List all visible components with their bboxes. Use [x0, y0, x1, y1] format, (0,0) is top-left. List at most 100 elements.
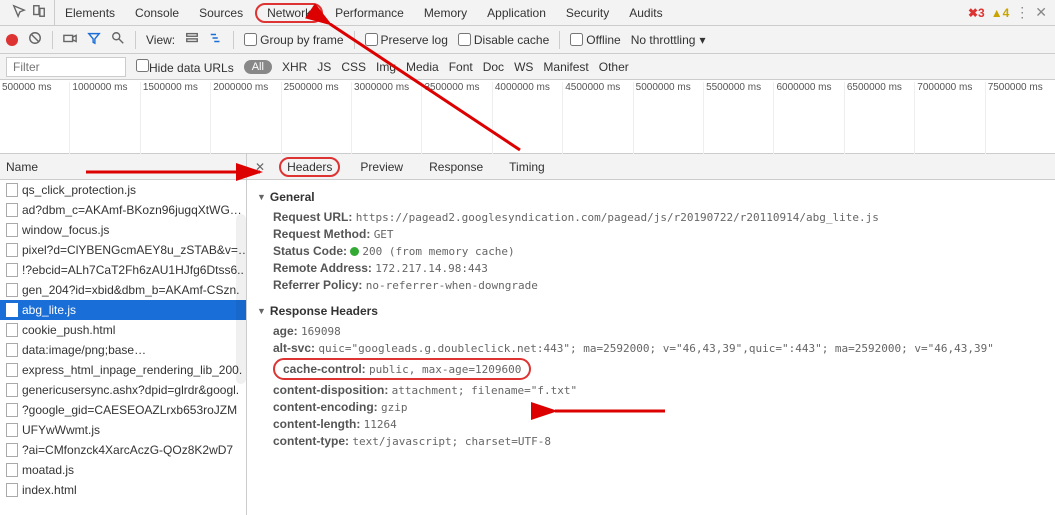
warning-badge[interactable]: ▲4	[991, 6, 1010, 20]
device-toggle-icon[interactable]	[32, 4, 46, 21]
request-name: qs_click_protection.js	[22, 183, 136, 197]
request-name: window_focus.js	[22, 223, 109, 237]
clear-icon[interactable]	[28, 31, 42, 48]
close-icon[interactable]: ✕	[1035, 4, 1047, 21]
filter-type-css[interactable]: CSS	[341, 60, 366, 74]
request-name: ?google_gid=CAESEOAZLrxb653roJZM	[22, 403, 237, 417]
offline-checkbox[interactable]: Offline	[570, 33, 620, 47]
request-list-pane: Name qs_click_protection.js ad?dbm_c=AKAm…	[0, 154, 247, 515]
filter-type-font[interactable]: Font	[449, 60, 473, 74]
request-name: pixel?d=ClYBENGcmAEY8u_zSTAB&v=…	[22, 243, 246, 257]
timeline-tick: 2500000 ms	[281, 82, 351, 154]
throttling-select[interactable]: No throttling▾	[631, 33, 706, 47]
detail-tab-headers[interactable]: Headers	[279, 157, 340, 177]
tab-audits[interactable]: Audits	[619, 0, 672, 25]
detail-tab-preview[interactable]: Preview	[354, 157, 409, 177]
request-row[interactable]: window_focus.js	[0, 220, 246, 240]
request-row[interactable]: gen_204?id=xbid&dbm_b=AKAmf-CSzn.	[0, 280, 246, 300]
large-rows-icon[interactable]	[185, 31, 199, 48]
close-details-icon[interactable]: ✕	[255, 160, 265, 174]
filter-type-other[interactable]: Other	[599, 60, 629, 74]
request-row[interactable]: abg_lite.js	[0, 300, 246, 320]
file-icon	[6, 443, 18, 457]
request-row[interactable]: cookie_push.html	[0, 320, 246, 340]
filter-type-manifest[interactable]: Manifest	[543, 60, 588, 74]
request-row[interactable]: UFYwWwmt.js	[0, 420, 246, 440]
request-name: cookie_push.html	[22, 323, 115, 337]
response-headers-section[interactable]: Response Headers	[257, 304, 1045, 318]
filter-type-xhr[interactable]: XHR	[282, 60, 307, 74]
detail-tab-response[interactable]: Response	[423, 157, 489, 177]
waterfall-icon[interactable]	[209, 31, 223, 48]
more-icon[interactable]: ⋮	[1015, 4, 1029, 21]
scrollbar[interactable]	[236, 214, 246, 384]
search-icon[interactable]	[111, 31, 125, 48]
error-badge[interactable]: ✖3	[968, 6, 985, 20]
name-column-header[interactable]: Name	[0, 154, 246, 180]
general-section[interactable]: General	[257, 190, 1045, 204]
tab-performance[interactable]: Performance	[325, 0, 414, 25]
status-code-row: Status Code: 200 (from memory cache)	[273, 244, 1045, 258]
timeline-tick: 7000000 ms	[914, 82, 984, 154]
timeline-tick: 2000000 ms	[210, 82, 280, 154]
request-row[interactable]: moatad.js	[0, 460, 246, 480]
timeline-tick: 7500000 ms	[985, 82, 1055, 154]
request-row[interactable]: index.html	[0, 480, 246, 500]
record-button[interactable]	[6, 34, 18, 46]
header-row: cache-control: public, max-age=1209600	[273, 358, 1045, 380]
request-row[interactable]: ?google_gid=CAESEOAZLrxb653roJZM	[0, 400, 246, 420]
filter-type-media[interactable]: Media	[406, 60, 439, 74]
file-icon	[6, 223, 18, 237]
filter-type-js[interactable]: JS	[317, 60, 331, 74]
request-row[interactable]: pixel?d=ClYBENGcmAEY8u_zSTAB&v=…	[0, 240, 246, 260]
file-icon	[6, 203, 18, 217]
tab-sources[interactable]: Sources	[189, 0, 253, 25]
status-dot-icon	[350, 247, 359, 256]
hide-data-urls-checkbox[interactable]: Hide data URLs	[136, 59, 234, 75]
request-row[interactable]: ?ai=CMfonzck4XarcAczG-QOz8K2wD7	[0, 440, 246, 460]
tab-console[interactable]: Console	[125, 0, 189, 25]
filter-type-ws[interactable]: WS	[514, 60, 533, 74]
request-row[interactable]: data:image/png;base…	[0, 340, 246, 360]
request-row[interactable]: express_html_inpage_rendering_lib_200.	[0, 360, 246, 380]
camera-icon[interactable]	[63, 31, 77, 48]
preserve-log-checkbox[interactable]: Preserve log	[365, 33, 448, 47]
network-toolbar: View: Group by frame Preserve log Disabl…	[0, 26, 1055, 54]
timeline-overview[interactable]: 500000 ms1000000 ms1500000 ms2000000 ms2…	[0, 80, 1055, 154]
filter-type-img[interactable]: Img	[376, 60, 396, 74]
tab-application[interactable]: Application	[477, 0, 556, 25]
detail-tab-timing[interactable]: Timing	[503, 157, 551, 177]
tab-security[interactable]: Security	[556, 0, 619, 25]
file-icon	[6, 303, 18, 317]
file-icon	[6, 483, 18, 497]
request-row[interactable]: qs_click_protection.js	[0, 180, 246, 200]
disable-cache-checkbox[interactable]: Disable cache	[458, 33, 549, 47]
filter-icon[interactable]	[87, 31, 101, 48]
file-icon	[6, 183, 18, 197]
request-name: index.html	[22, 483, 77, 497]
file-icon	[6, 403, 18, 417]
file-icon	[6, 323, 18, 337]
group-by-frame-checkbox[interactable]: Group by frame	[244, 33, 343, 47]
request-row[interactable]: !?ebcid=ALh7CaT2Fh6zAU1HJfg6Dtss6..	[0, 260, 246, 280]
timeline-tick: 5000000 ms	[633, 82, 703, 154]
request-name: !?ebcid=ALh7CaT2Fh6zAU1HJfg6Dtss6..	[22, 263, 244, 277]
timeline-tick: 1000000 ms	[69, 82, 139, 154]
file-icon	[6, 243, 18, 257]
view-label: View:	[146, 33, 175, 47]
header-row: content-disposition: attachment; filenam…	[273, 383, 1045, 397]
timeline-tick: 1500000 ms	[140, 82, 210, 154]
filter-type-all[interactable]: All	[244, 60, 272, 74]
request-name: express_html_inpage_rendering_lib_200.	[22, 363, 242, 377]
timeline-tick: 6500000 ms	[844, 82, 914, 154]
header-row: content-length: 11264	[273, 417, 1045, 431]
request-row[interactable]: genericusersync.ashx?dpid=glrdr&googl.	[0, 380, 246, 400]
tab-network[interactable]: Network	[255, 3, 323, 23]
tab-elements[interactable]: Elements	[55, 0, 125, 25]
tab-memory[interactable]: Memory	[414, 0, 477, 25]
details-pane: ✕ Headers Preview Response Timing General R…	[247, 154, 1055, 515]
request-row[interactable]: ad?dbm_c=AKAmf-BKozn96jugqXtWG…	[0, 200, 246, 220]
filter-input[interactable]	[6, 57, 126, 77]
filter-type-doc[interactable]: Doc	[483, 60, 504, 74]
inspect-icon[interactable]	[12, 4, 26, 21]
